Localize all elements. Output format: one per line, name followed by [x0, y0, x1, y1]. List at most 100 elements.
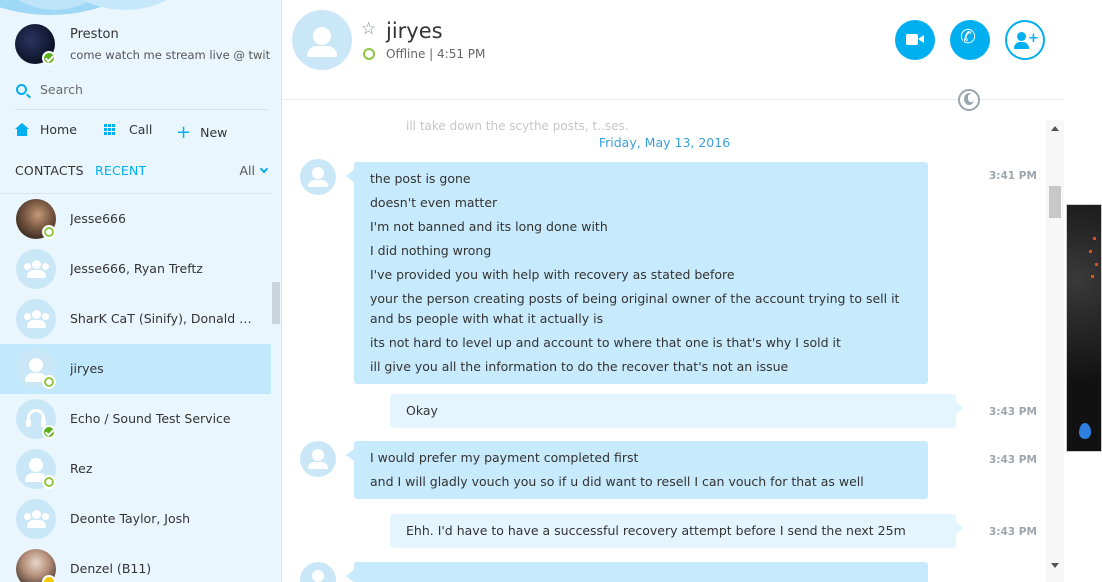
flame-icon — [1079, 423, 1091, 439]
chat-header: ☆ jiryes Offline | 4:51 PM ✆ + — [283, 0, 1064, 100]
call-label: Call — [129, 122, 153, 137]
message-avatar[interactable] — [300, 159, 336, 195]
message-bubble-incoming[interactable]: the post is gone doesn't even matter I'm… — [346, 162, 928, 384]
contact-name: jiryes — [70, 361, 104, 376]
offline-status-icon — [363, 48, 375, 60]
message-text: its not hard to level up and account to … — [370, 335, 841, 350]
message-text: ill give you all the information to do t… — [370, 359, 789, 374]
message-avatar[interactable] — [300, 562, 336, 582]
faded-message: ill take down the scythe posts, t..ses. — [406, 119, 629, 133]
contact-name: Rez — [70, 461, 93, 476]
contact-item[interactable]: Jesse666, Ryan Treftz — [0, 244, 271, 294]
contact-name: Jesse666, Ryan Treftz — [70, 261, 203, 276]
contact-name: Echo / Sound Test Service — [70, 411, 231, 426]
video-call-button[interactable] — [895, 20, 935, 60]
message-avatar[interactable] — [300, 441, 336, 477]
group-avatar — [16, 299, 56, 339]
contact-item-selected[interactable]: jiryes — [0, 344, 271, 394]
search-bar[interactable] — [15, 78, 267, 110]
group-avatar — [16, 499, 56, 539]
scroll-up-arrow-icon[interactable] — [1051, 126, 1059, 131]
contact-item[interactable]: SharK CaT (Sinify), Donald Mc... — [0, 294, 271, 344]
away-status-icon — [42, 575, 56, 582]
scroll-down-arrow-icon[interactable] — [1051, 563, 1059, 568]
chevron-down-icon — [259, 164, 269, 174]
contact-title[interactable]: jiryes — [386, 19, 443, 43]
background-area — [1064, 0, 1102, 204]
message-text: doesn't even matter — [370, 195, 498, 210]
contact-name: Denzel (B11) — [70, 561, 152, 576]
tab-contacts[interactable]: CONTACTS — [15, 163, 84, 178]
contact-item[interactable]: Deonte Taylor, Josh — [0, 494, 271, 544]
headset-icon — [26, 409, 46, 427]
offline-status-icon — [42, 225, 56, 239]
message-text: Ehh. I'd have to have a successful recov… — [406, 523, 906, 538]
offline-status-icon — [42, 375, 56, 389]
new-button[interactable]: + New — [176, 122, 227, 143]
contact-avatar[interactable] — [292, 10, 352, 70]
person-icon — [25, 458, 47, 482]
person-icon — [308, 167, 328, 187]
profile-name[interactable]: Preston — [70, 27, 119, 42]
star-icon[interactable]: ☆ — [361, 19, 376, 39]
sidebar: Preston come watch me stream live @ twit… — [0, 0, 282, 582]
tab-recent[interactable]: RECENT — [95, 163, 146, 178]
home-icon — [15, 123, 29, 136]
dialpad-icon — [104, 124, 115, 135]
message-text: the post is gone — [370, 171, 471, 186]
contact-status: Offline | 4:51 PM — [386, 47, 486, 61]
message-text: I've provided you with help with recover… — [370, 267, 735, 282]
message-text: Okay — [406, 403, 438, 418]
person-icon — [307, 27, 337, 57]
recent-contact-list: Jesse666 Jesse666, Ryan Treftz SharK CaT… — [0, 193, 272, 582]
home-label: Home — [40, 122, 77, 137]
person-icon — [308, 449, 328, 469]
contact-name: SharK CaT (Sinify), Donald Mc... — [70, 311, 260, 326]
contact-item[interactable]: Echo / Sound Test Service — [0, 394, 271, 444]
scroll-thumb[interactable] — [1049, 186, 1061, 218]
conversation-scrollbar[interactable] — [1046, 120, 1064, 582]
contact-item[interactable]: Rez — [0, 444, 271, 494]
message-timestamp: 3:41 PM — [989, 170, 1037, 182]
date-divider: Friday, May 13, 2016 — [598, 135, 731, 150]
message-timestamp: 3:43 PM — [989, 406, 1037, 418]
person-icon — [25, 358, 47, 382]
voice-call-button[interactable]: ✆ — [950, 20, 990, 60]
phone-icon: ✆ — [960, 26, 976, 48]
call-button[interactable]: Call — [104, 122, 152, 137]
offline-status-icon — [42, 475, 56, 489]
message-text: I did nothing wrong — [370, 243, 492, 258]
conversation-view: ill take down the scythe posts, t..ses. … — [283, 101, 1046, 582]
message-text: your the person creating posts of being … — [370, 291, 900, 326]
contact-item[interactable]: Denzel (B11) — [0, 544, 271, 582]
search-input[interactable] — [40, 82, 260, 97]
profile-avatar[interactable] — [15, 24, 56, 65]
message-bubble-outgoing[interactable]: Ehh. I'd have to have a successful recov… — [390, 514, 964, 548]
background-window — [1066, 204, 1102, 452]
contact-item[interactable]: Jesse666 — [0, 194, 271, 244]
message-text: and I will gladly vouch you so if u did … — [370, 474, 864, 489]
online-status-icon — [42, 51, 56, 65]
message-bubble-outgoing[interactable]: Okay — [390, 394, 964, 428]
home-button[interactable]: Home — [15, 122, 77, 137]
plus-icon: + — [176, 122, 192, 143]
sidebar-scrollbar[interactable] — [272, 282, 280, 324]
person-icon — [312, 570, 324, 582]
message-text: I would prefer my payment completed firs… — [370, 450, 639, 465]
online-status-icon — [42, 425, 56, 439]
new-label: New — [200, 125, 228, 140]
search-icon — [16, 84, 27, 95]
message-bubble-incoming[interactable] — [346, 562, 928, 582]
message-timestamp: 3:43 PM — [989, 526, 1037, 538]
contact-name: Jesse666 — [70, 211, 126, 226]
add-people-button[interactable]: + — [1005, 20, 1045, 60]
message-text: I'm not banned and its long done with — [370, 219, 608, 234]
contact-tabs: CONTACTS RECENT All — [15, 163, 269, 183]
video-camera-icon — [906, 34, 924, 45]
message-bubble-incoming[interactable]: I would prefer my payment completed firs… — [346, 441, 928, 499]
filter-dropdown[interactable]: All — [239, 163, 269, 178]
profile-mood-message[interactable]: come watch me stream live @ twitch... — [70, 48, 270, 62]
filter-label: All — [239, 163, 256, 178]
contact-name: Deonte Taylor, Josh — [70, 511, 191, 526]
group-avatar — [16, 249, 56, 289]
